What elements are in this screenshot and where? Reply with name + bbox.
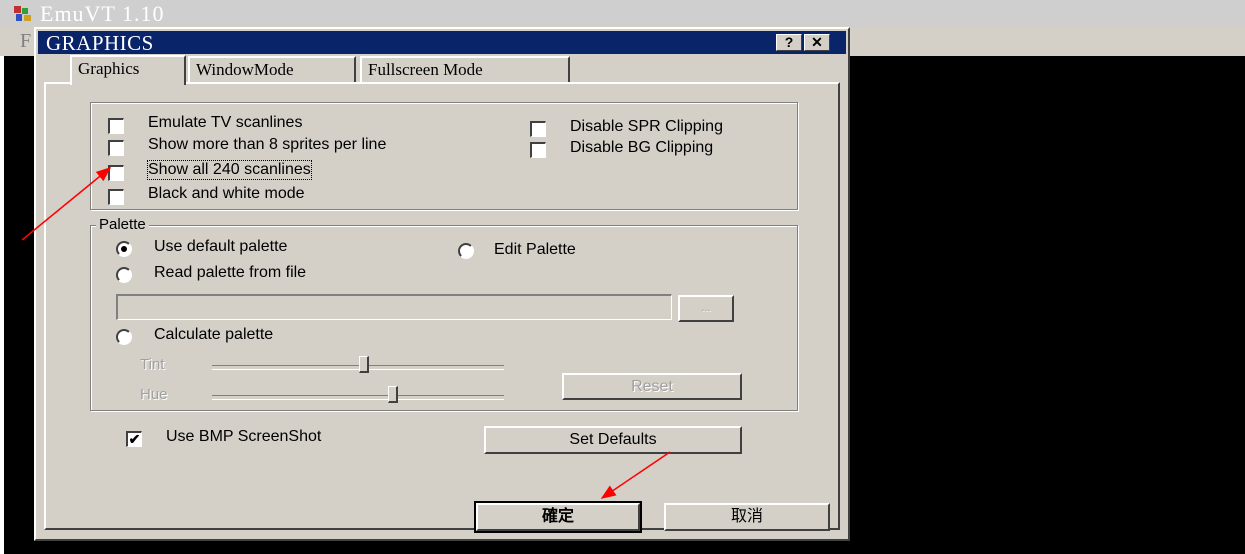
annotation-arrows (21, 167, 671, 499)
arrow-to-show-all-scanlines (21, 167, 112, 241)
arrow-to-ok-button (600, 451, 671, 499)
tab-graphics[interactable]: Graphics (70, 55, 186, 85)
